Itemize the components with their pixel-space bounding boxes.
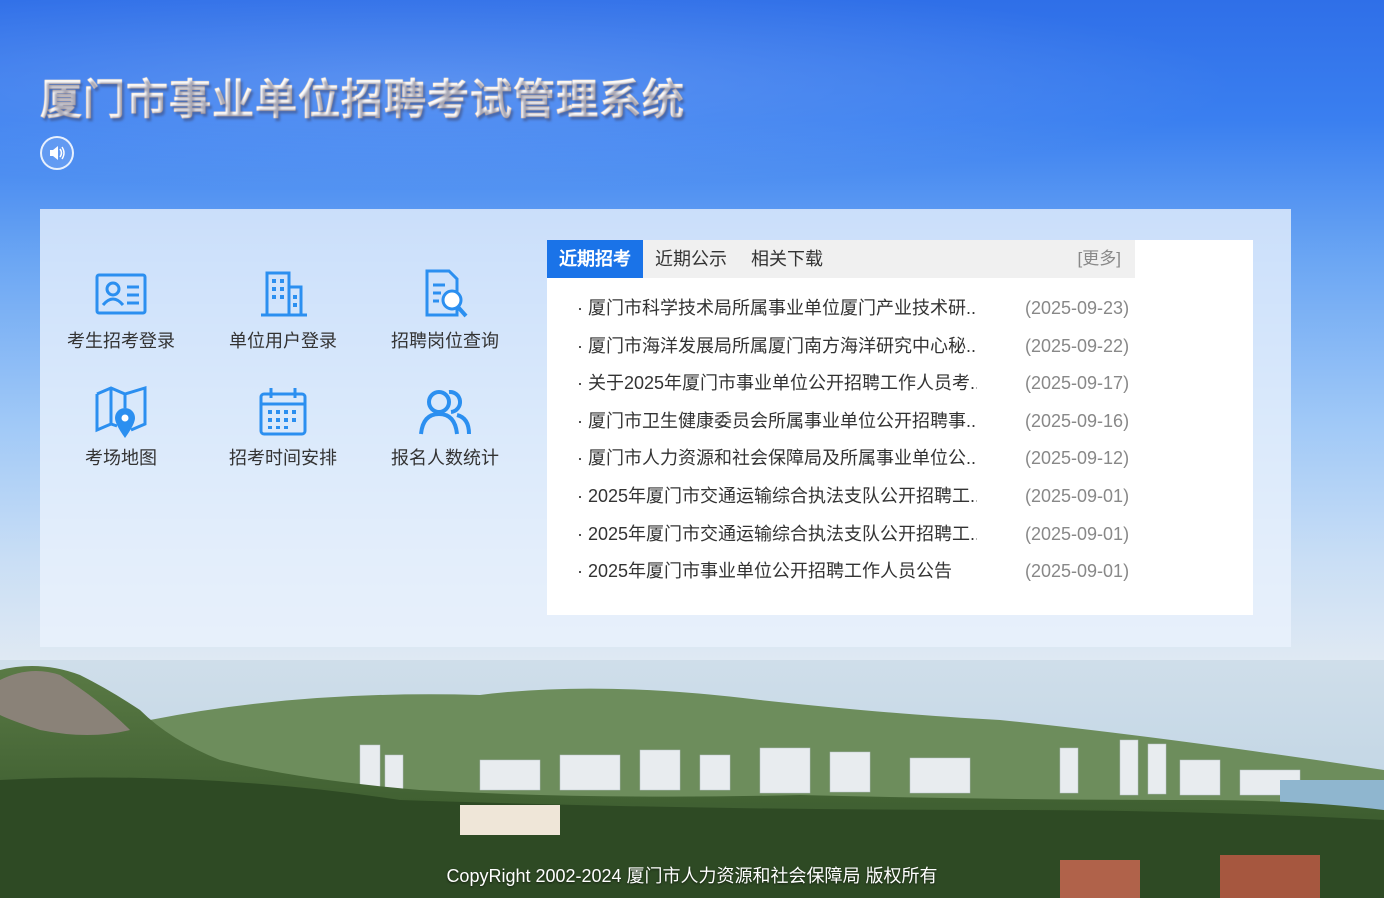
news-title[interactable]: · 厦门市卫生健康委员会所属事业单位公开招聘事... [577,403,977,441]
news-date: (2025-09-12) [1025,448,1130,469]
news-date: (2025-09-01) [1025,485,1130,506]
news-title[interactable]: · 关于2025年厦门市事业单位公开招聘工作人员考... [577,365,977,403]
news-item[interactable]: · 厦门市科学技术局所属事业单位厦门产业技术研... (2025-09-23) [577,290,1147,328]
building-icon [261,271,307,317]
calendar-icon [259,388,307,436]
news-date: (2025-09-22) [1025,335,1130,356]
tab-downloads[interactable]: 相关下载 [739,240,835,278]
quick-link-candidate-login[interactable]: 考生招考登录 [50,267,192,353]
sound-toggle-button[interactable] [40,136,74,170]
news-date: (2025-09-01) [1025,523,1130,544]
news-tabs: 近期招考 近期公示 相关下载 [更多] [547,240,1135,278]
map-pin-icon [95,385,147,438]
news-date: (2025-09-23) [1025,298,1130,318]
quick-link-applicant-stats[interactable]: 报名人数统计 [374,384,516,470]
news-date: (2025-09-17) [1025,373,1130,394]
news-date: (2025-09-01) [1025,561,1130,582]
quick-link-label: 考生招考登录 [67,331,175,351]
speaker-icon [50,146,65,160]
main-panel: 考生招考登录 单位用户登录 招聘岗位查询 考场地图 招考时间安排 报名人数统计 … [40,209,1291,647]
quick-link-label: 招聘岗位查询 [391,331,499,351]
quick-link-exam-schedule[interactable]: 招考时间安排 [212,384,354,470]
news-item[interactable]: · 2025年厦门市交通运输综合执法支队公开招聘工... (2025-09-01) [577,478,1147,516]
quick-link-label: 招考时间安排 [229,448,337,468]
news-title[interactable]: · 厦门市科学技术局所属事业单位厦门产业技术研... [577,290,977,328]
site-title: 厦门市事业单位招聘考试管理系统 [40,66,685,127]
users-icon [419,389,471,435]
footer-copyright: CopyRight 2002-2024 厦门市人力资源和社会保障局 版权所有 [446,866,938,886]
quick-link-exam-map[interactable]: 考场地图 [50,384,192,470]
news-title[interactable]: · 2025年厦门市交通运输综合执法支队公开招聘工... [577,478,977,516]
document-search-icon [425,269,468,318]
news-item[interactable]: · 2025年厦门市交通运输综合执法支队公开招聘工... (2025-09-01) [577,516,1147,554]
news-box: 近期招考 近期公示 相关下载 [更多] · 厦门市科学技术局所属事业单位厦门产业… [547,240,1253,615]
news-title[interactable]: · 2025年厦门市交通运输综合执法支队公开招聘工... [577,516,977,554]
quick-link-label: 单位用户登录 [229,331,337,351]
more-link[interactable]: [更多] [1078,240,1121,278]
quick-link-position-search[interactable]: 招聘岗位查询 [374,267,516,353]
news-item[interactable]: · 厦门市人力资源和社会保障局及所属事业单位公... (2025-09-12) [577,440,1147,478]
news-item[interactable]: · 关于2025年厦门市事业单位公开招聘工作人员考... (2025-09-17) [577,365,1147,403]
news-title[interactable]: · 2025年厦门市事业单位公开招聘工作人员公告 [577,553,977,591]
news-title[interactable]: · 厦门市海洋发展局所属厦门南方海洋研究中心秘... [577,328,977,366]
news-item[interactable]: · 厦门市卫生健康委员会所属事业单位公开招聘事... (2025-09-16) [577,403,1147,441]
news-date: (2025-09-16) [1025,410,1130,431]
id-card-icon [95,273,147,315]
tab-recent-notices[interactable]: 近期公示 [643,240,739,278]
quick-link-label: 考场地图 [85,448,157,468]
news-item[interactable]: · 厦门市海洋发展局所属厦门南方海洋研究中心秘... (2025-09-22) [577,328,1147,366]
tab-recent-exams[interactable]: 近期招考 [547,240,643,278]
news-list: · 厦门市科学技术局所属事业单位厦门产业技术研... (2025-09-23) ·… [577,290,1147,591]
news-title[interactable]: · 厦门市人力资源和社会保障局及所属事业单位公... [577,440,977,478]
news-item[interactable]: · 2025年厦门市事业单位公开招聘工作人员公告 (2025-09-01) [577,553,1147,591]
quick-link-unit-login[interactable]: 单位用户登录 [212,267,354,353]
quick-link-label: 报名人数统计 [391,448,499,468]
